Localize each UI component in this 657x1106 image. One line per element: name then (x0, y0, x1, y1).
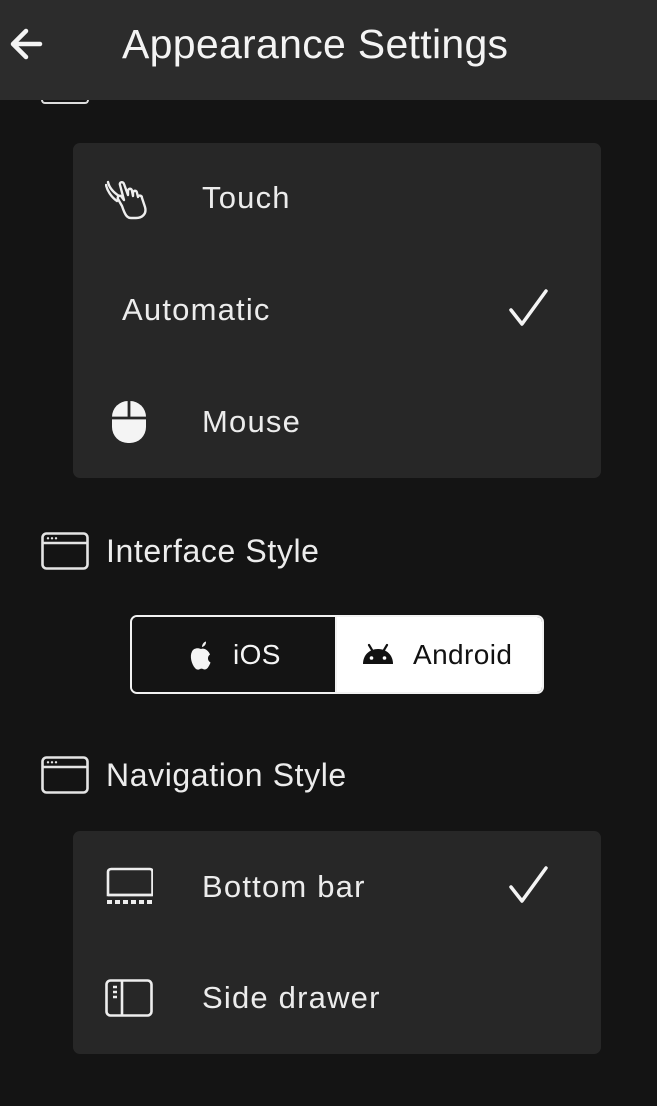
option-label: Mouse (202, 404, 302, 439)
option-label: Side drawer (202, 980, 381, 1015)
app-bar: Appearance Settings (0, 0, 657, 100)
window-icon (41, 756, 89, 794)
option-bottom-bar[interactable]: Bottom bar (73, 831, 601, 943)
appearance-settings-screen: Appearance Settings Touch Automatic Mous… (0, 0, 657, 1106)
check-icon (507, 863, 551, 907)
navigation-style-header: Navigation Style (41, 755, 421, 799)
interface-style-toggle: iOS Android (130, 615, 544, 694)
option-label: Automatic (122, 292, 271, 327)
android-icon (361, 639, 395, 673)
check-icon (507, 286, 551, 330)
option-automatic[interactable]: Automatic (73, 254, 601, 366)
segment-label: iOS (233, 639, 281, 670)
back-button[interactable] (6, 22, 46, 66)
touch-hand-icon (105, 176, 153, 220)
interface-style-header: Interface Style (41, 531, 401, 575)
side-drawer-icon (105, 976, 153, 1020)
option-label: Touch (202, 180, 291, 215)
segment-android[interactable]: Android (337, 617, 542, 692)
option-touch[interactable]: Touch (73, 142, 601, 254)
segment-label: Android (413, 639, 513, 670)
section-title: Navigation Style (106, 757, 347, 793)
navigation-style-card: Bottom bar Side drawer (73, 831, 601, 1054)
segment-ios[interactable]: iOS (132, 617, 337, 692)
page-title: Appearance Settings (122, 21, 509, 67)
section-title: Interface Style (106, 533, 320, 569)
apple-icon (184, 639, 218, 673)
window-icon (41, 532, 89, 570)
input-mode-card: Touch Automatic Mouse (73, 143, 601, 478)
mouse-icon (105, 400, 153, 444)
option-mouse[interactable]: Mouse (73, 366, 601, 478)
option-side-drawer[interactable]: Side drawer (73, 942, 601, 1054)
option-label: Bottom bar (202, 869, 366, 904)
arrow-left-icon (10, 28, 43, 60)
bottom-bar-icon (105, 865, 153, 909)
